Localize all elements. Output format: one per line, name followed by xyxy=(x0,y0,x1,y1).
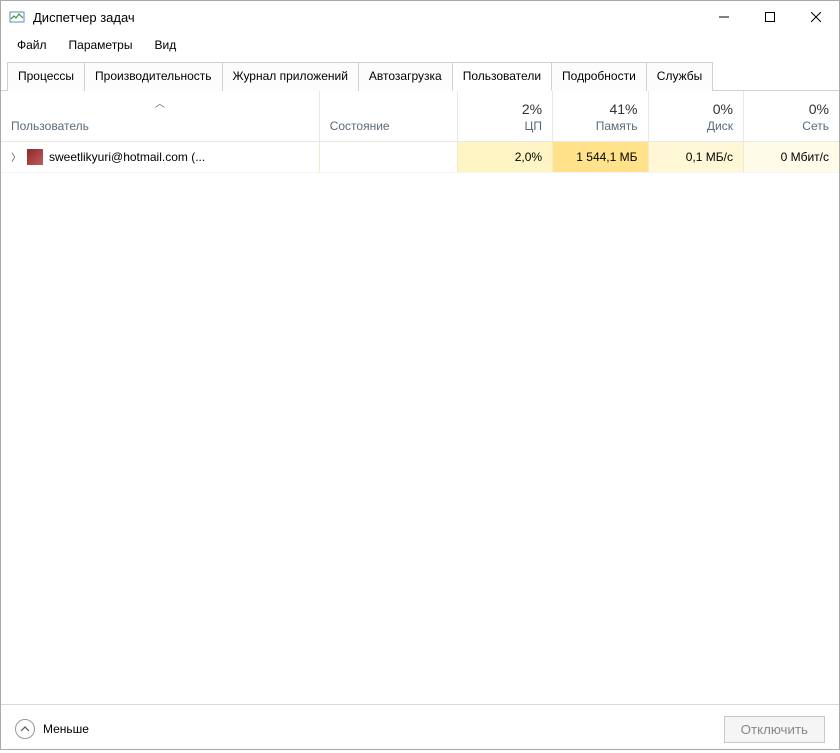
tab-performance[interactable]: Производительность xyxy=(84,62,222,91)
menu-bar: Файл Параметры Вид xyxy=(1,33,839,57)
column-headers: ︿ Пользователь Состояние 2% ЦП 41% Памят… xyxy=(1,91,839,142)
tab-processes[interactable]: Процессы xyxy=(7,62,85,91)
cell-status xyxy=(319,142,457,173)
menu-options[interactable]: Параметры xyxy=(59,35,143,55)
cell-memory: 1 544,1 МБ xyxy=(553,142,648,173)
title-bar: Диспетчер задач xyxy=(1,1,839,33)
fewer-label: Меньше xyxy=(43,722,89,736)
chevron-right-icon[interactable]: 〉 xyxy=(11,149,21,164)
tab-bar: Процессы Производительность Журнал прило… xyxy=(1,61,839,91)
close-button[interactable] xyxy=(793,1,839,33)
sort-indicator-icon: ︿ xyxy=(11,101,309,109)
window-title: Диспетчер задач xyxy=(33,10,701,25)
header-status[interactable]: Состояние xyxy=(319,91,457,141)
menu-file[interactable]: Файл xyxy=(7,35,57,55)
disconnect-button[interactable]: Отключить xyxy=(724,716,825,743)
cell-disk: 0,1 МБ/с xyxy=(648,142,743,173)
tab-startup[interactable]: Автозагрузка xyxy=(358,62,453,91)
minimize-button[interactable] xyxy=(701,1,747,33)
app-icon xyxy=(9,9,25,25)
maximize-button[interactable] xyxy=(747,1,793,33)
table-row[interactable]: 〉 sweetlikyuri@hotmail.com (... 2,0% 1 5… xyxy=(1,142,839,173)
chevron-up-icon xyxy=(15,719,35,739)
tab-services[interactable]: Службы xyxy=(646,62,713,91)
footer: Меньше Отключить xyxy=(1,705,839,753)
fewer-details-toggle[interactable]: Меньше xyxy=(15,719,89,739)
user-rows: 〉 sweetlikyuri@hotmail.com (... 2,0% 1 5… xyxy=(1,142,839,173)
window-controls xyxy=(701,1,839,33)
avatar xyxy=(27,149,43,165)
header-cpu[interactable]: 2% ЦП xyxy=(457,91,552,141)
header-user[interactable]: ︿ Пользователь xyxy=(1,91,319,141)
header-network[interactable]: 0% Сеть xyxy=(743,91,839,141)
header-disk[interactable]: 0% Диск xyxy=(648,91,743,141)
cell-network: 0 Мбит/с xyxy=(743,142,839,173)
tab-users[interactable]: Пользователи xyxy=(452,62,552,91)
tab-app-history[interactable]: Журнал приложений xyxy=(222,62,359,91)
menu-view[interactable]: Вид xyxy=(144,35,186,55)
user-name: sweetlikyuri@hotmail.com (... xyxy=(49,150,205,164)
tab-details[interactable]: Подробности xyxy=(551,62,647,91)
cell-cpu: 2,0% xyxy=(457,142,552,173)
header-memory[interactable]: 41% Память xyxy=(553,91,648,141)
content-area: ︿ Пользователь Состояние 2% ЦП 41% Памят… xyxy=(1,91,839,705)
